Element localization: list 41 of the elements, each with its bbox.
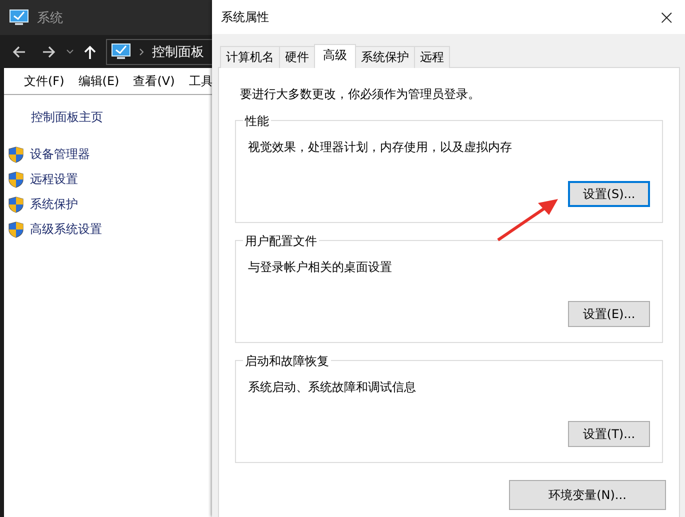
group-description: 系统启动、系统故障和调试信息 <box>248 379 417 396</box>
up-arrow-icon[interactable] <box>84 44 96 58</box>
window-title: 系统 <box>37 10 63 26</box>
address-bar[interactable]: 控制面板 <box>106 38 212 64</box>
monitor-icon <box>9 9 29 26</box>
annotation-arrow <box>497 199 558 242</box>
shield-icon <box>8 221 24 238</box>
sidebar-link[interactable]: 远程设置 <box>30 171 78 188</box>
sidebar-link[interactable]: 系统保护 <box>30 196 78 213</box>
environment-variables-button[interactable]: 环境变量(N)... <box>509 480 666 510</box>
chevron-down-icon[interactable] <box>66 49 74 54</box>
group-title: 用户配置文件 <box>243 233 319 250</box>
settings-button[interactable]: 设置(T)... <box>568 421 650 447</box>
sidebar-link[interactable]: 设备管理器 <box>30 146 90 163</box>
tab[interactable]: 系统保护 <box>355 46 415 68</box>
settings-button[interactable]: 设置(E)... <box>568 301 650 327</box>
shield-icon <box>8 171 24 188</box>
forward-icon[interactable] <box>42 46 56 58</box>
group-title: 启动和故障恢复 <box>243 353 331 370</box>
tab[interactable]: 计算机名 <box>220 46 280 68</box>
settings-button[interactable]: 设置(S)... <box>568 181 650 207</box>
menu-item[interactable]: 查看(V) <box>133 72 175 90</box>
group-title: 性能 <box>243 113 271 130</box>
menu-item[interactable]: 文件(F) <box>24 72 64 90</box>
sidebar-link[interactable]: 控制面板主页 <box>8 109 212 126</box>
admin-notice: 要进行大多数更改，你必须作为管理员登录。 <box>239 86 481 103</box>
back-icon[interactable] <box>12 46 26 58</box>
tab[interactable]: 高级 <box>314 44 356 68</box>
shield-icon <box>8 196 24 213</box>
shield-icon <box>8 146 24 163</box>
chevron-right-icon <box>139 48 144 56</box>
tab[interactable]: 硬件 <box>279 46 315 68</box>
menu-item[interactable]: 编辑(E) <box>78 72 120 90</box>
menu-item[interactable]: 工具 <box>188 72 212 90</box>
monitor-icon <box>111 43 131 60</box>
group-description: 与登录帐户相关的桌面设置 <box>248 259 393 276</box>
close-button[interactable]: × <box>654 7 679 27</box>
group-description: 视觉效果，处理器计划，内存使用，以及虚拟内存 <box>248 139 513 156</box>
dialog-title: 系统属性 <box>221 8 269 26</box>
tab[interactable]: 远程 <box>414 46 450 68</box>
sidebar-link[interactable]: 高级系统设置 <box>30 221 102 238</box>
